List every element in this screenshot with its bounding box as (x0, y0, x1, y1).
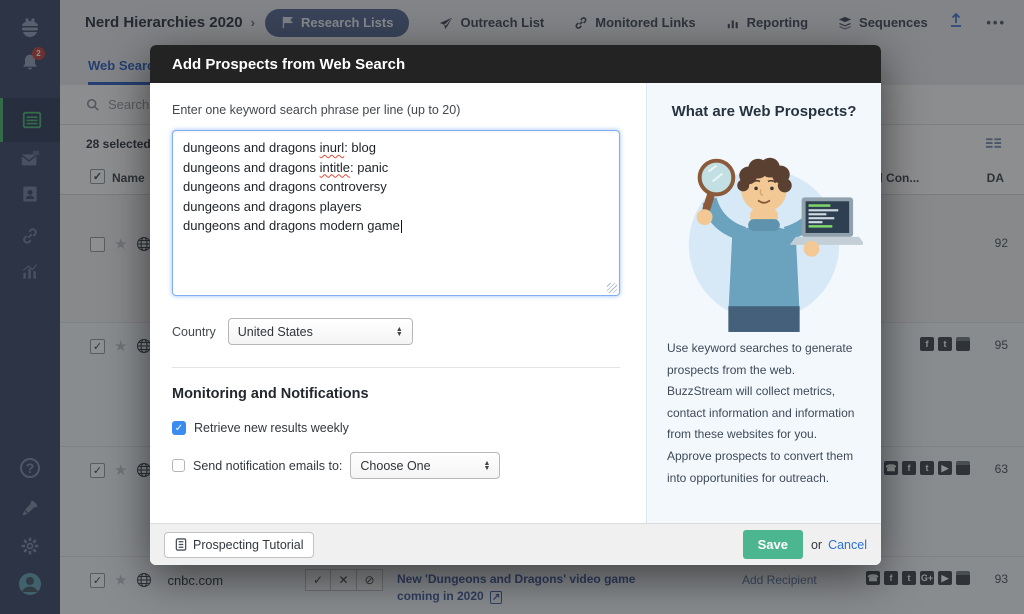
notification-recipient-select[interactable]: Choose One ▲ ▼ (350, 452, 501, 479)
add-prospects-modal: Add Prospects from Web Search Enter one … (150, 45, 881, 565)
country-label: Country (172, 324, 216, 339)
keyword-label: Enter one keyword search phrase per line… (172, 103, 461, 117)
send-notification-checkbox[interactable] (172, 459, 185, 472)
keyword-line: dungeons and dragons inurl: blog (183, 140, 377, 155)
send-notification-label: Send notification emails to: (193, 458, 343, 473)
select-arrows-icon: ▲ ▼ (395, 325, 403, 338)
form-divider (172, 367, 620, 368)
monitoring-heading: Monitoring and Notifications (172, 386, 369, 402)
modal-footer: Prospecting Tutorial Save or Cancel (150, 523, 881, 565)
cancel-link[interactable]: Cancel (828, 538, 867, 552)
keyword-line: dungeons and dragons modern game (183, 218, 402, 233)
keyword-line: dungeons and dragons players (183, 198, 362, 214)
retrieve-weekly-label: Retrieve new results weekly (194, 421, 349, 435)
tutorial-book-icon (175, 538, 187, 551)
web-prospects-illustration (665, 126, 863, 334)
info-heading: What are Web Prospects? (671, 103, 857, 120)
or-label: or (810, 537, 823, 552)
misspelled-term: intitle (319, 159, 350, 175)
app: 2 ? Nerd Hierarchies 2020 › Research Lis… (0, 0, 1024, 614)
save-button[interactable]: Save (742, 530, 803, 559)
modal-title: Add Prospects from Web Search (150, 45, 881, 83)
text-caret (400, 220, 402, 233)
info-panel: What are Web Prospects? Use keyword sear… (646, 83, 881, 523)
retrieve-weekly-checkbox[interactable]: ✓ (172, 421, 186, 435)
web-search-form: Enter one keyword search phrase per line… (150, 83, 646, 523)
country-select[interactable]: United States ▲ ▼ (227, 318, 413, 345)
info-paragraph: Use keyword searches to generate prospec… (667, 341, 855, 485)
prospecting-tutorial-button[interactable]: Prospecting Tutorial (164, 531, 315, 558)
keyword-line: dungeons and dragons controversy (183, 179, 387, 194)
keyword-textarea[interactable]: dungeons and dragons inurl: blog dungeons… (172, 130, 620, 296)
select-arrows-icon: ▲ ▼ (483, 459, 491, 472)
keyword-line: dungeons and dragons intitle: panic (183, 159, 389, 175)
misspelled-term: inurl (319, 140, 345, 155)
